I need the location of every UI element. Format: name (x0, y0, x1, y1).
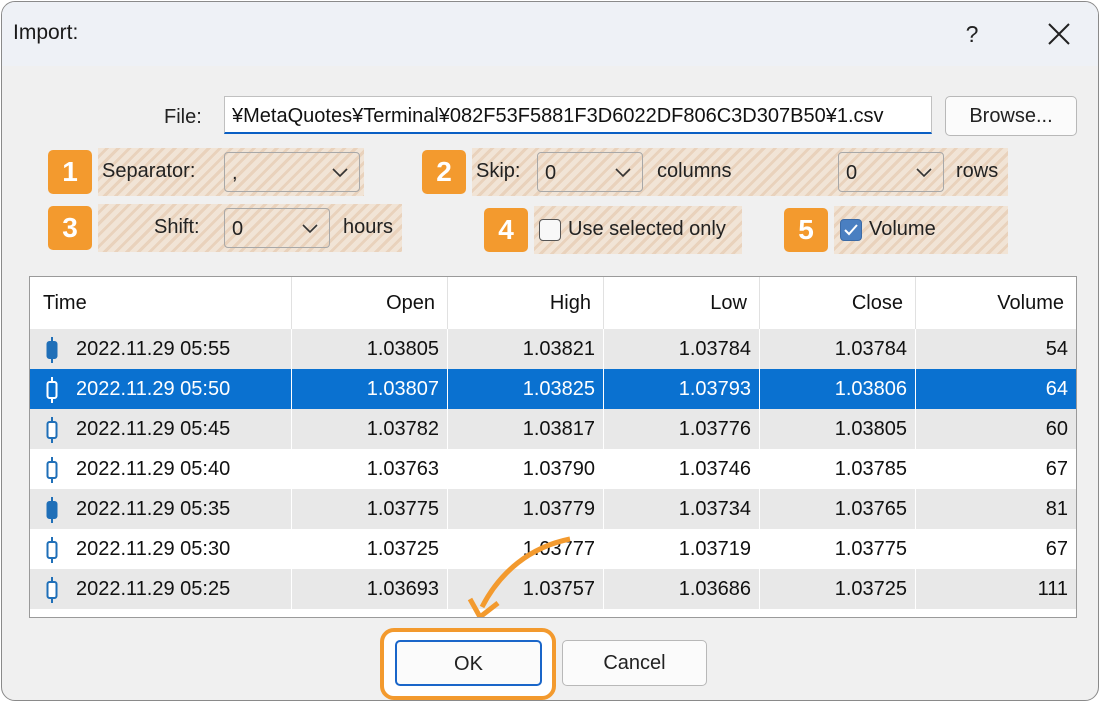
annotation-badge-3: 3 (48, 206, 92, 250)
column-header-high[interactable]: High (448, 277, 604, 329)
column-header-volume[interactable]: Volume (916, 277, 1076, 329)
table-cell-low: 1.03719 (604, 529, 760, 569)
table-cell-open: 1.03725 (292, 529, 448, 569)
help-button[interactable]: ? (952, 14, 992, 54)
table-cell-time: 2022.11.29 05:25 (30, 569, 292, 609)
table-cell-time: 2022.11.29 05:30 (30, 529, 292, 569)
table-cell-volume: 54 (1045, 338, 1068, 360)
table-header: Time Open High Low Close Volume (30, 277, 1076, 329)
file-label: File: (164, 106, 202, 128)
use-selected-checkbox[interactable] (539, 219, 561, 241)
table-cell-time: 2022.11.29 05:35 (30, 489, 292, 529)
annotation-badge-1: 1 (48, 150, 92, 194)
separator-select[interactable]: , (224, 152, 360, 192)
table-cell-high: 1.03825 (448, 369, 604, 409)
table-cell-open: 1.03763 (292, 449, 448, 489)
table-cell-high: 1.03821 (448, 329, 604, 369)
table-cell-low: 1.03746 (604, 449, 760, 489)
annotation-badge-4: 4 (484, 208, 528, 252)
shift-value: 0 (232, 218, 244, 240)
skip-label: Skip: (476, 160, 521, 182)
skip-rows-value: 0 (846, 162, 858, 184)
table-cell-time: 2022.11.29 05:45 (30, 409, 292, 449)
table-cell-close: 1.03806 (760, 369, 916, 409)
separator-label: Separator: (102, 160, 196, 182)
skip-rows-select[interactable]: 0 (838, 152, 944, 192)
table-row[interactable]: 2022.11.29 05:40 1.03763 1.03790 1.03746 1.0… (30, 449, 1076, 489)
table-cell-low: 1.03686 (604, 569, 760, 609)
table-cell-volume: 64 (1045, 378, 1068, 400)
table-cell-volume: 67 (1045, 458, 1068, 480)
title-bar: Import: ? (2, 2, 1098, 66)
table-cell-close: 1.03765 (760, 489, 916, 529)
browse-button[interactable]: Browse... (945, 96, 1077, 136)
table-cell-time: 2022.11.29 05:40 (30, 449, 292, 489)
table-cell-close: 1.03785 (760, 449, 916, 489)
table-cell-volume: 111 (1037, 578, 1068, 600)
table-row[interactable]: 2022.11.29 05:50 1.03807 1.03825 1.03793 1.0… (30, 369, 1076, 409)
table-cell-low: 1.03784 (604, 329, 760, 369)
column-header-low[interactable]: Low (604, 277, 760, 329)
skip-columns-value: 0 (545, 162, 557, 184)
table-row[interactable]: 2022.11.29 05:55 1.03805 1.03821 1.03784 1.0… (30, 329, 1076, 369)
use-selected-label: Use selected only (568, 218, 726, 240)
table-cell-volume: 60 (1045, 418, 1068, 440)
ok-button[interactable]: OK (395, 640, 542, 686)
chevron-down-icon (332, 168, 348, 178)
skip-columns-label: columns (657, 160, 732, 182)
table-cell-open: 1.03805 (292, 329, 448, 369)
table-cell-volume: 67 (1045, 538, 1068, 560)
table-cell-high: 1.03779 (448, 489, 604, 529)
quotes-table[interactable]: Time Open High Low Close Volume 2022.11.… (29, 276, 1077, 618)
import-dialog: Import: ? File: ¥MetaQuotes¥Terminal¥082… (1, 1, 1099, 701)
volume-checkbox[interactable] (840, 219, 862, 241)
table-cell-high: 1.03757 (448, 569, 604, 609)
file-path-value: ¥MetaQuotes¥Terminal¥082F53F5881F3D6022D… (232, 105, 884, 127)
table-cell-low: 1.03734 (604, 489, 760, 529)
table-cell-volume: 81 (1045, 498, 1068, 520)
table-row[interactable]: 2022.11.29 05:30 1.03725 1.03777 1.03719 1.0… (30, 529, 1076, 569)
table-cell-open: 1.03693 (292, 569, 448, 609)
table-cell-high: 1.03777 (448, 529, 604, 569)
checkmark-icon (844, 224, 858, 236)
table-cell-close: 1.03725 (760, 569, 916, 609)
chevron-down-icon (302, 224, 318, 234)
column-header-close[interactable]: Close (760, 277, 916, 329)
table-cell-high: 1.03790 (448, 449, 604, 489)
table-row[interactable]: 2022.11.29 05:45 1.03782 1.03817 1.03776 1.0… (30, 409, 1076, 449)
table-cell-close: 1.03775 (760, 529, 916, 569)
table-row[interactable]: 2022.11.29 05:35 1.03775 1.03779 1.03734 1.0… (30, 489, 1076, 529)
cancel-button[interactable]: Cancel (562, 640, 707, 686)
annotation-badge-5: 5 (784, 208, 828, 252)
table-cell-time: 2022.11.29 05:55 (30, 329, 292, 369)
table-row[interactable]: 2022.11.29 05:25 1.03693 1.03757 1.03686 1.0… (30, 569, 1076, 609)
column-header-time[interactable]: Time (30, 277, 292, 329)
table-cell-low: 1.03793 (604, 369, 760, 409)
shift-select[interactable]: 0 (224, 208, 330, 248)
volume-label: Volume (869, 218, 936, 240)
file-path-input[interactable]: ¥MetaQuotes¥Terminal¥082F53F5881F3D6022D… (224, 96, 932, 134)
chevron-down-icon (916, 168, 932, 178)
table-cell-open: 1.03782 (292, 409, 448, 449)
table-cell-open: 1.03807 (292, 369, 448, 409)
table-cell-close: 1.03784 (760, 329, 916, 369)
table-cell-close: 1.03805 (760, 409, 916, 449)
shift-label: Shift: (154, 216, 200, 238)
table-cell-open: 1.03775 (292, 489, 448, 529)
close-button[interactable] (1039, 14, 1079, 54)
shift-unit-label: hours (343, 216, 394, 238)
chevron-down-icon (615, 168, 631, 178)
close-icon (1048, 23, 1070, 45)
dialog-title: Import: (13, 21, 79, 44)
table-cell-low: 1.03776 (604, 409, 760, 449)
table-cell-time: 2022.11.29 05:50 (30, 369, 292, 409)
table-row-partial (30, 609, 1076, 617)
separator-value: , (232, 162, 238, 184)
skip-columns-select[interactable]: 0 (537, 152, 643, 192)
skip-rows-label: rows (956, 160, 999, 182)
column-header-open[interactable]: Open (292, 277, 448, 329)
annotation-badge-2: 2 (422, 150, 466, 194)
table-cell-high: 1.03817 (448, 409, 604, 449)
